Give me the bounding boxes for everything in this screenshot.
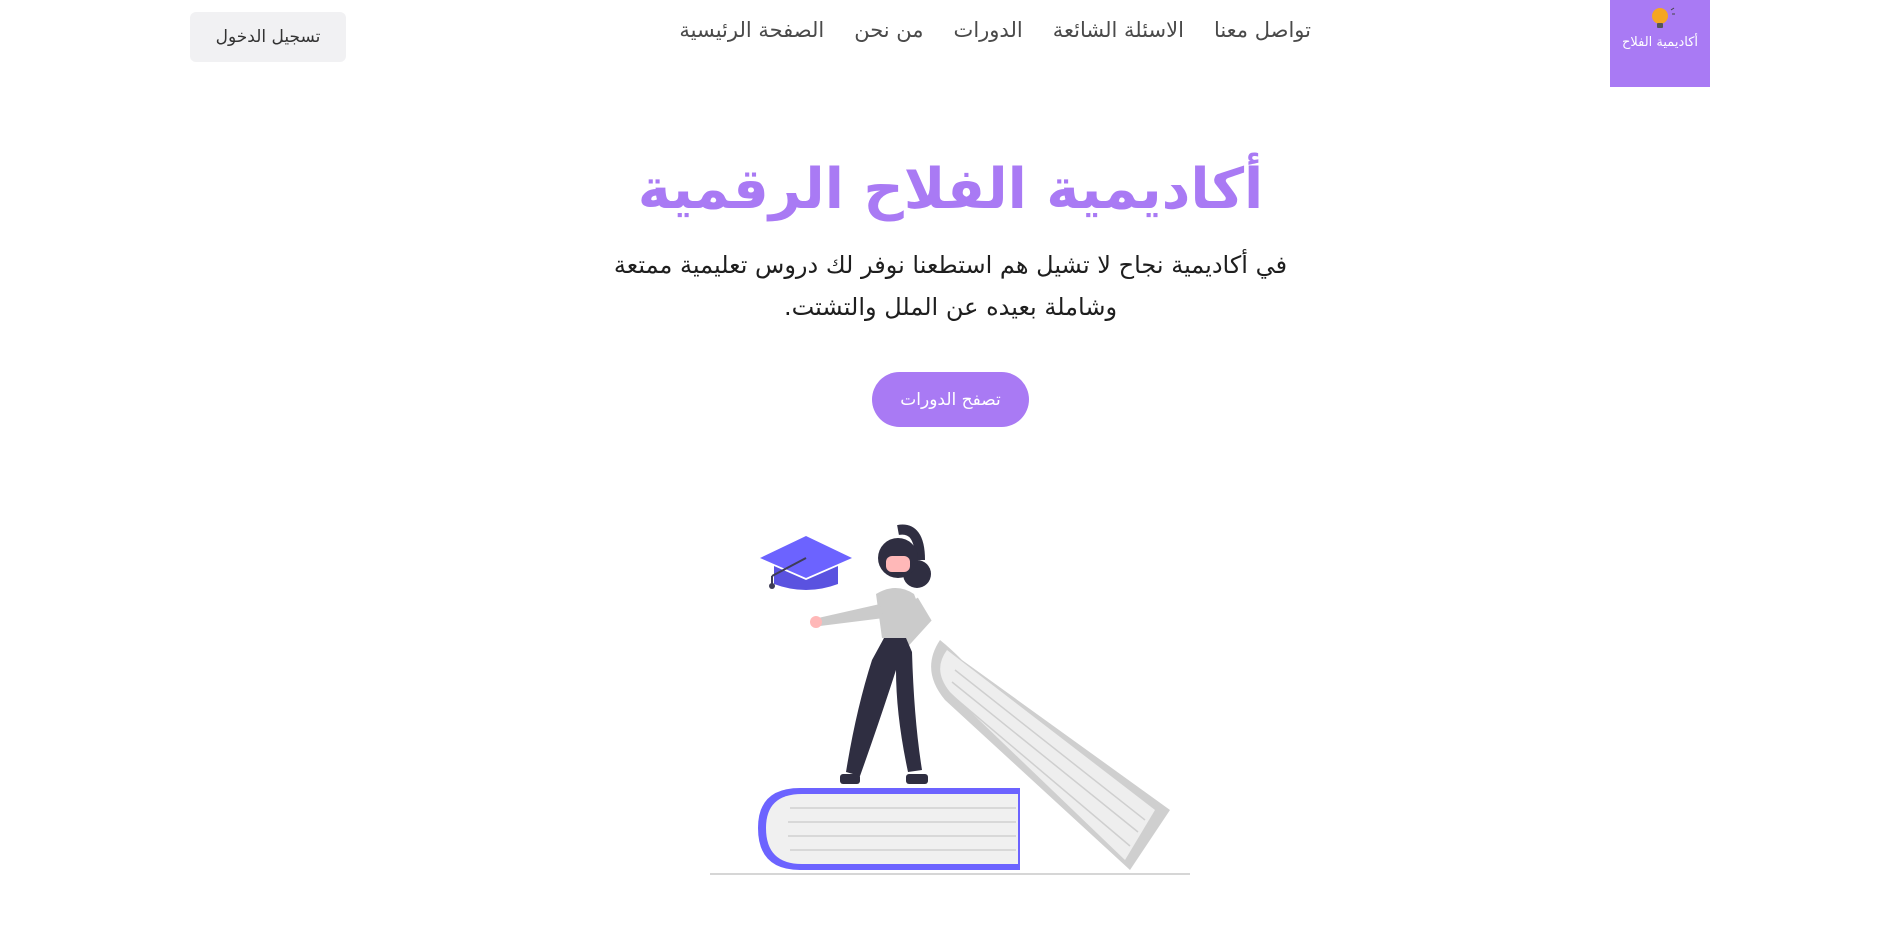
- nav-link-contact[interactable]: تواصل معنا: [1214, 18, 1311, 54]
- hero-section: أكاديمية الفلاح الرقمية في أكاديمية نجاح…: [0, 150, 1901, 427]
- nav-link-home[interactable]: الصفحة الرئيسية: [679, 18, 824, 54]
- student-on-books-illustration: [710, 524, 1190, 875]
- bottom-book: [758, 788, 1020, 870]
- login-button[interactable]: تسجيل الدخول: [190, 12, 346, 62]
- browse-courses-button[interactable]: تصفح الدورات: [872, 372, 1029, 427]
- site-logo[interactable]: أكاديمية الفلاح: [1610, 0, 1710, 87]
- main-nav: الصفحة الرئيسية من نحن الدورات الاسئلة ا…: [679, 18, 1311, 54]
- hero-description: في أكاديمية نجاح لا تشيل هم استطعنا نوفر…: [613, 251, 1288, 321]
- graduation-cap-icon: [760, 536, 852, 590]
- navbar: تسجيل الدخول الصفحة الرئيسية من نحن الدو…: [0, 0, 1901, 90]
- lightbulb-icon: [1652, 7, 1675, 28]
- nav-link-faq[interactable]: الاسئلة الشائعة: [1053, 18, 1184, 54]
- logo-text: أكاديمية الفلاح: [1621, 35, 1698, 50]
- nav-link-courses[interactable]: الدورات: [954, 18, 1023, 54]
- hero-title: أكاديمية الفلاح الرقمية: [637, 157, 1264, 222]
- nav-link-about[interactable]: من نحن: [854, 18, 923, 54]
